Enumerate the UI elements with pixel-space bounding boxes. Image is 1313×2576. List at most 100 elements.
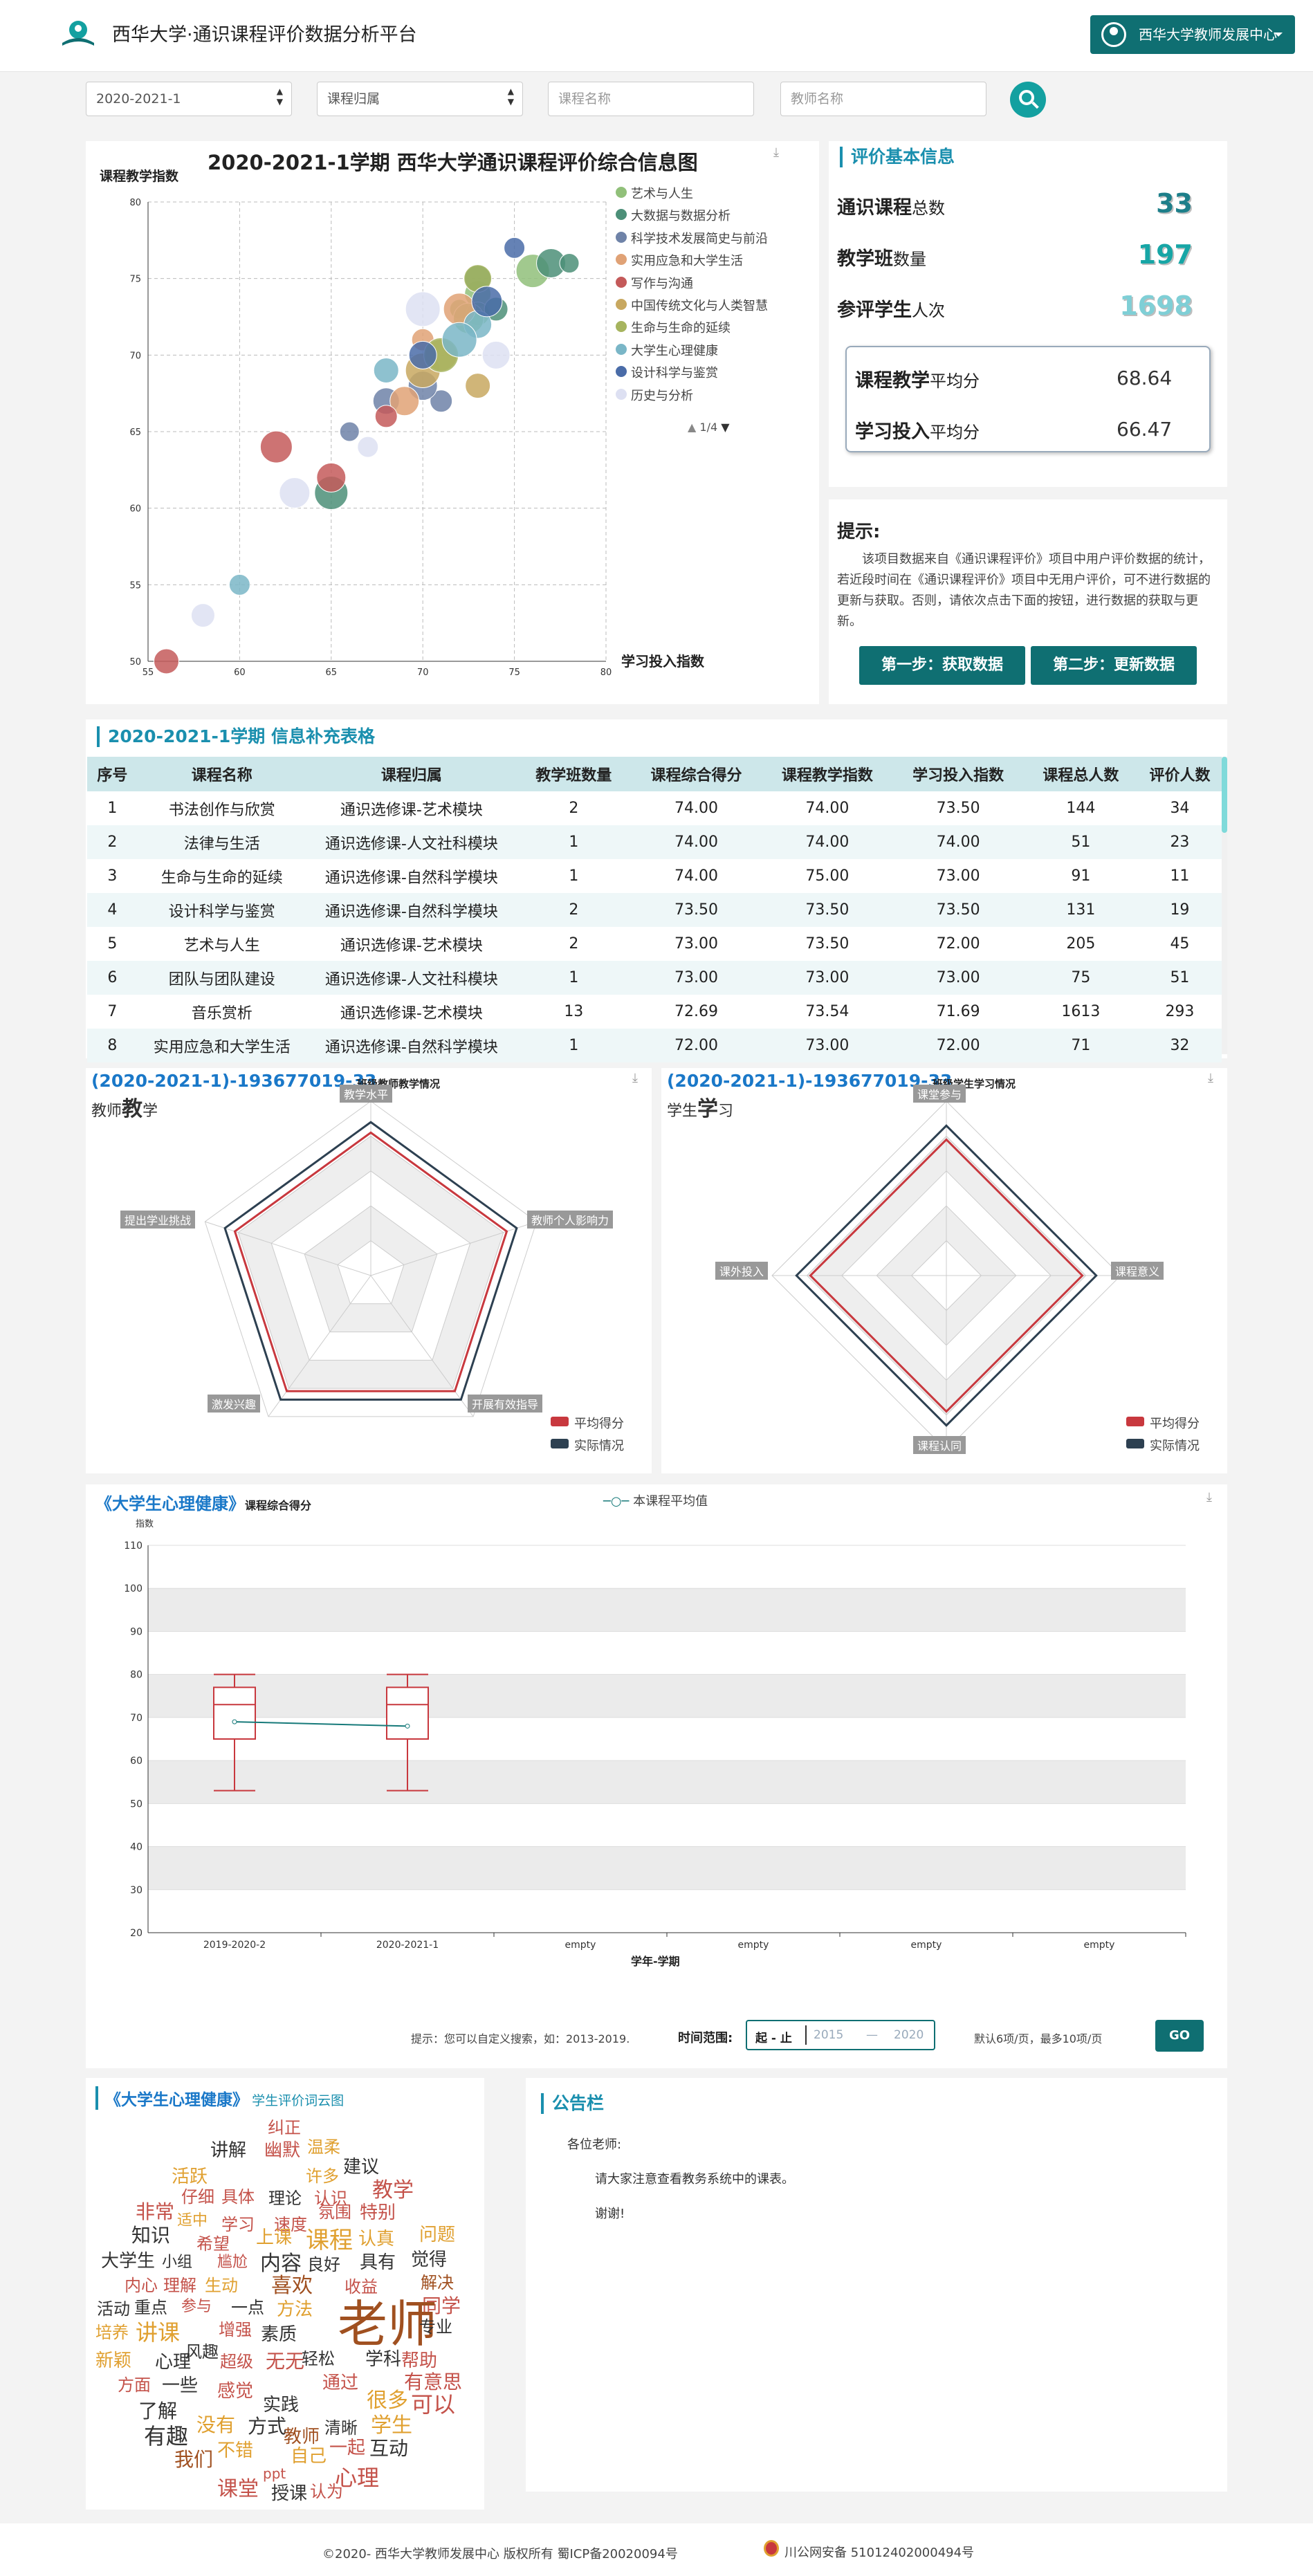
range-label: 时间范围: [678,2031,733,2045]
table-row[interactable]: 2 法律与生活 通识选修课-人文社科模块 1 74.00 74.00 74.00 51 23 [87,825,1222,859]
bubble-point [190,603,215,628]
legend-next-icon[interactable]: ▼ [721,421,729,434]
user-menu-button[interactable]: 西华大学教师发展中心 [1090,15,1295,54]
select-arrows-icon: ▲ ▼ [507,86,514,107]
table-cell: 71.69 [936,1003,980,1020]
band [148,1674,1186,1718]
range-hint: 提示：您可以自定义搜索，如：2013-2019. [411,2032,630,2045]
cloud-word: 喜欢 [271,2274,313,2298]
average-point [405,1723,410,1729]
footer-copyright[interactable]: ©2020- 西华大学教师发展中心 版权所有 蜀ICP备20020094号 [322,2544,678,2562]
table-scrollbar-thumb[interactable] [1222,757,1227,833]
table-row[interactable]: 3 生命与生命的延续 通识选修课-自然科学模块 1 74.00 75.00 73.00 91 1… [87,859,1222,893]
y-tick-label: 110 [124,1540,143,1552]
bubble-legend-label: 科学技术发展简史与前沿 [631,231,768,246]
table-header: 评价人数 [1137,757,1222,791]
user-menu-label: 西华大学教师发展中心 [1139,26,1277,43]
bubble-point [316,462,347,493]
bubble-legend-item[interactable]: 科学技术发展简史与前沿 [616,229,768,247]
go-button[interactable]: GO [1155,2020,1204,2052]
y-tick-label: 50 [130,1798,143,1810]
cloud-word: 内心 [125,2276,158,2295]
class-count-label-suffix: 数量 [893,250,926,269]
logo-icon [62,21,94,46]
cloud-word: 课堂 [217,2477,259,2501]
table-cell: 74.00 [630,825,762,859]
bubble-point [441,322,477,358]
teacher-name-placeholder: 教师名称 [791,91,844,107]
cloud-word: 增强 [219,2320,252,2339]
bubble-point [408,340,437,369]
update-data-button[interactable]: 第二步：更新数据 [1031,646,1197,685]
bubble-legend-item[interactable]: 历史与分析 [616,386,693,404]
legend-average[interactable]: 平均得分 [1126,1414,1200,1432]
bubble-legend-item[interactable]: 写作与沟通 [616,274,693,292]
learning-avg-label: 学习投入平均分 [855,416,980,443]
category-select[interactable]: 课程归属 ▲ ▼ [317,82,523,116]
table-cell: 通识选修课-艺术模块 [340,801,483,819]
cloud-word: 温柔 [307,2137,340,2157]
y-tick-label: 40 [130,1842,143,1853]
term-select-value: 2020-2021-1 [96,91,181,107]
y-tick-label: 60 [130,1756,143,1767]
bubble-legend: 艺术与人生大数据与数据分析科学技术发展简史与前沿实用应急和大学生活 写作与沟通中国… [616,184,816,412]
radar-label: 课程意义 [1111,1262,1164,1280]
range-from-input[interactable]: 2015 [814,2028,843,2042]
legend-actual[interactable]: 实际情况 [551,1436,624,1454]
legend-dot-icon [616,343,627,355]
user-avatar-icon [1101,22,1126,47]
range-start-label: 起 - 止 [755,2032,792,2045]
bubble-legend-item[interactable]: 实用应急和大学生活 [616,251,743,269]
table-cell: 2 [569,935,579,953]
table-row[interactable]: 7 音乐赏析 通识选修课-艺术模块 13 72.69 73.54 71.69 1613 293 [87,995,1222,1029]
cloud-word: 收益 [345,2277,378,2297]
table-row[interactable]: 4 设计科学与鉴赏 通识选修课-自然科学模块 2 73.50 73.50 73.50 131 1… [87,893,1222,927]
bubble-legend-item[interactable]: 大数据与数据分析 [616,206,731,224]
y-tick-label: 50 [129,657,141,668]
table-header-row: 序号 课程名称 课程归属 教学班数量 课程综合得分 课程教学指数 学习投入指数 … [87,757,1222,791]
footer-police-record[interactable]: 川公网安备 51012402000494号 [784,2543,974,2561]
y-tick-label: 90 [130,1626,143,1637]
table-cell: 73.54 [805,1003,850,1020]
legend-dot-icon [616,254,627,266]
range-to-input[interactable]: 2020 [894,2028,924,2042]
notice-greeting: 各位老师: [567,2137,622,2152]
legend-average[interactable]: 平均得分 [551,1414,624,1432]
bubble-legend-item[interactable]: 设计科学与鉴赏 [616,363,718,381]
teaching-avg-value: 68.64 [1117,367,1173,389]
cloud-word: 重点 [134,2298,167,2317]
info-table: 序号 课程名称 课程归属 教学班数量 课程综合得分 课程教学指数 学习投入指数 … [87,757,1222,1062]
fetch-data-button[interactable]: 第一步：获取数据 [859,646,1025,685]
term-select[interactable]: 2020-2021-1 ▲ ▼ [86,82,292,116]
table-cell: 73.00 [936,867,980,885]
cloud-word: 氛围 [318,2202,351,2222]
bubble-legend-item[interactable]: 大学生心理健康 [616,341,718,359]
table-row[interactable]: 1 书法创作与欣赏 通识选修课-艺术模块 2 74.00 74.00 73.50 144 34 [87,791,1222,825]
table-cell: 45 [1170,935,1190,953]
cloud-word: 清晰 [324,2418,358,2438]
cloud-word: 自己 [291,2446,327,2467]
word-cloud: 纠正 讲解 温柔 幽默 建议 活跃 许多 教学 仔细 具体 理论 认识 非常 氛围 特别 适中 学习 速度 知识 问题… [86,2078,484,2510]
legend-actual[interactable]: 实际情况 [1126,1436,1200,1454]
cloud-word: 上课 [256,2227,293,2248]
table-cell: 实用应急和大学生活 [137,1029,306,1062]
table-row[interactable]: 6 团队与团队建设 通识选修课-人文社科模块 1 73.00 73.00 73.00 75 51 [87,961,1222,995]
bubble-legend-item[interactable]: 中国传统文化与人类智慧 [616,296,768,314]
search-button[interactable] [1010,82,1046,118]
course-name-input[interactable]: 课程名称 [548,82,754,116]
teacher-name-input[interactable]: 教师名称 [780,82,986,116]
bubble-legend-item[interactable]: 艺术与人生 [616,184,693,202]
student-count-value: 1698 [1119,291,1193,321]
legend-dot-icon [616,321,627,333]
legend-swatch [1126,1439,1144,1448]
search-icon-handle [1031,101,1039,109]
bubble-point [228,573,250,596]
legend-prev-icon[interactable]: ▲ [688,421,696,434]
legend-label: 平均得分 [1150,1417,1200,1431]
table-row[interactable]: 8 实用应急和大学生活 通识选修课-自然科学模块 1 72.00 73.00 72.00 71… [87,1029,1222,1062]
bubble-legend-item[interactable]: 生命与生命的延续 [616,318,731,336]
table-row[interactable]: 5 艺术与人生 通识选修课-艺术模块 2 73.00 73.50 72.00 205 45 [87,927,1222,961]
bubble-point [405,291,441,327]
cloud-word: 没有 [196,2413,236,2436]
table-cell: 设计科学与鉴赏 [137,893,306,927]
